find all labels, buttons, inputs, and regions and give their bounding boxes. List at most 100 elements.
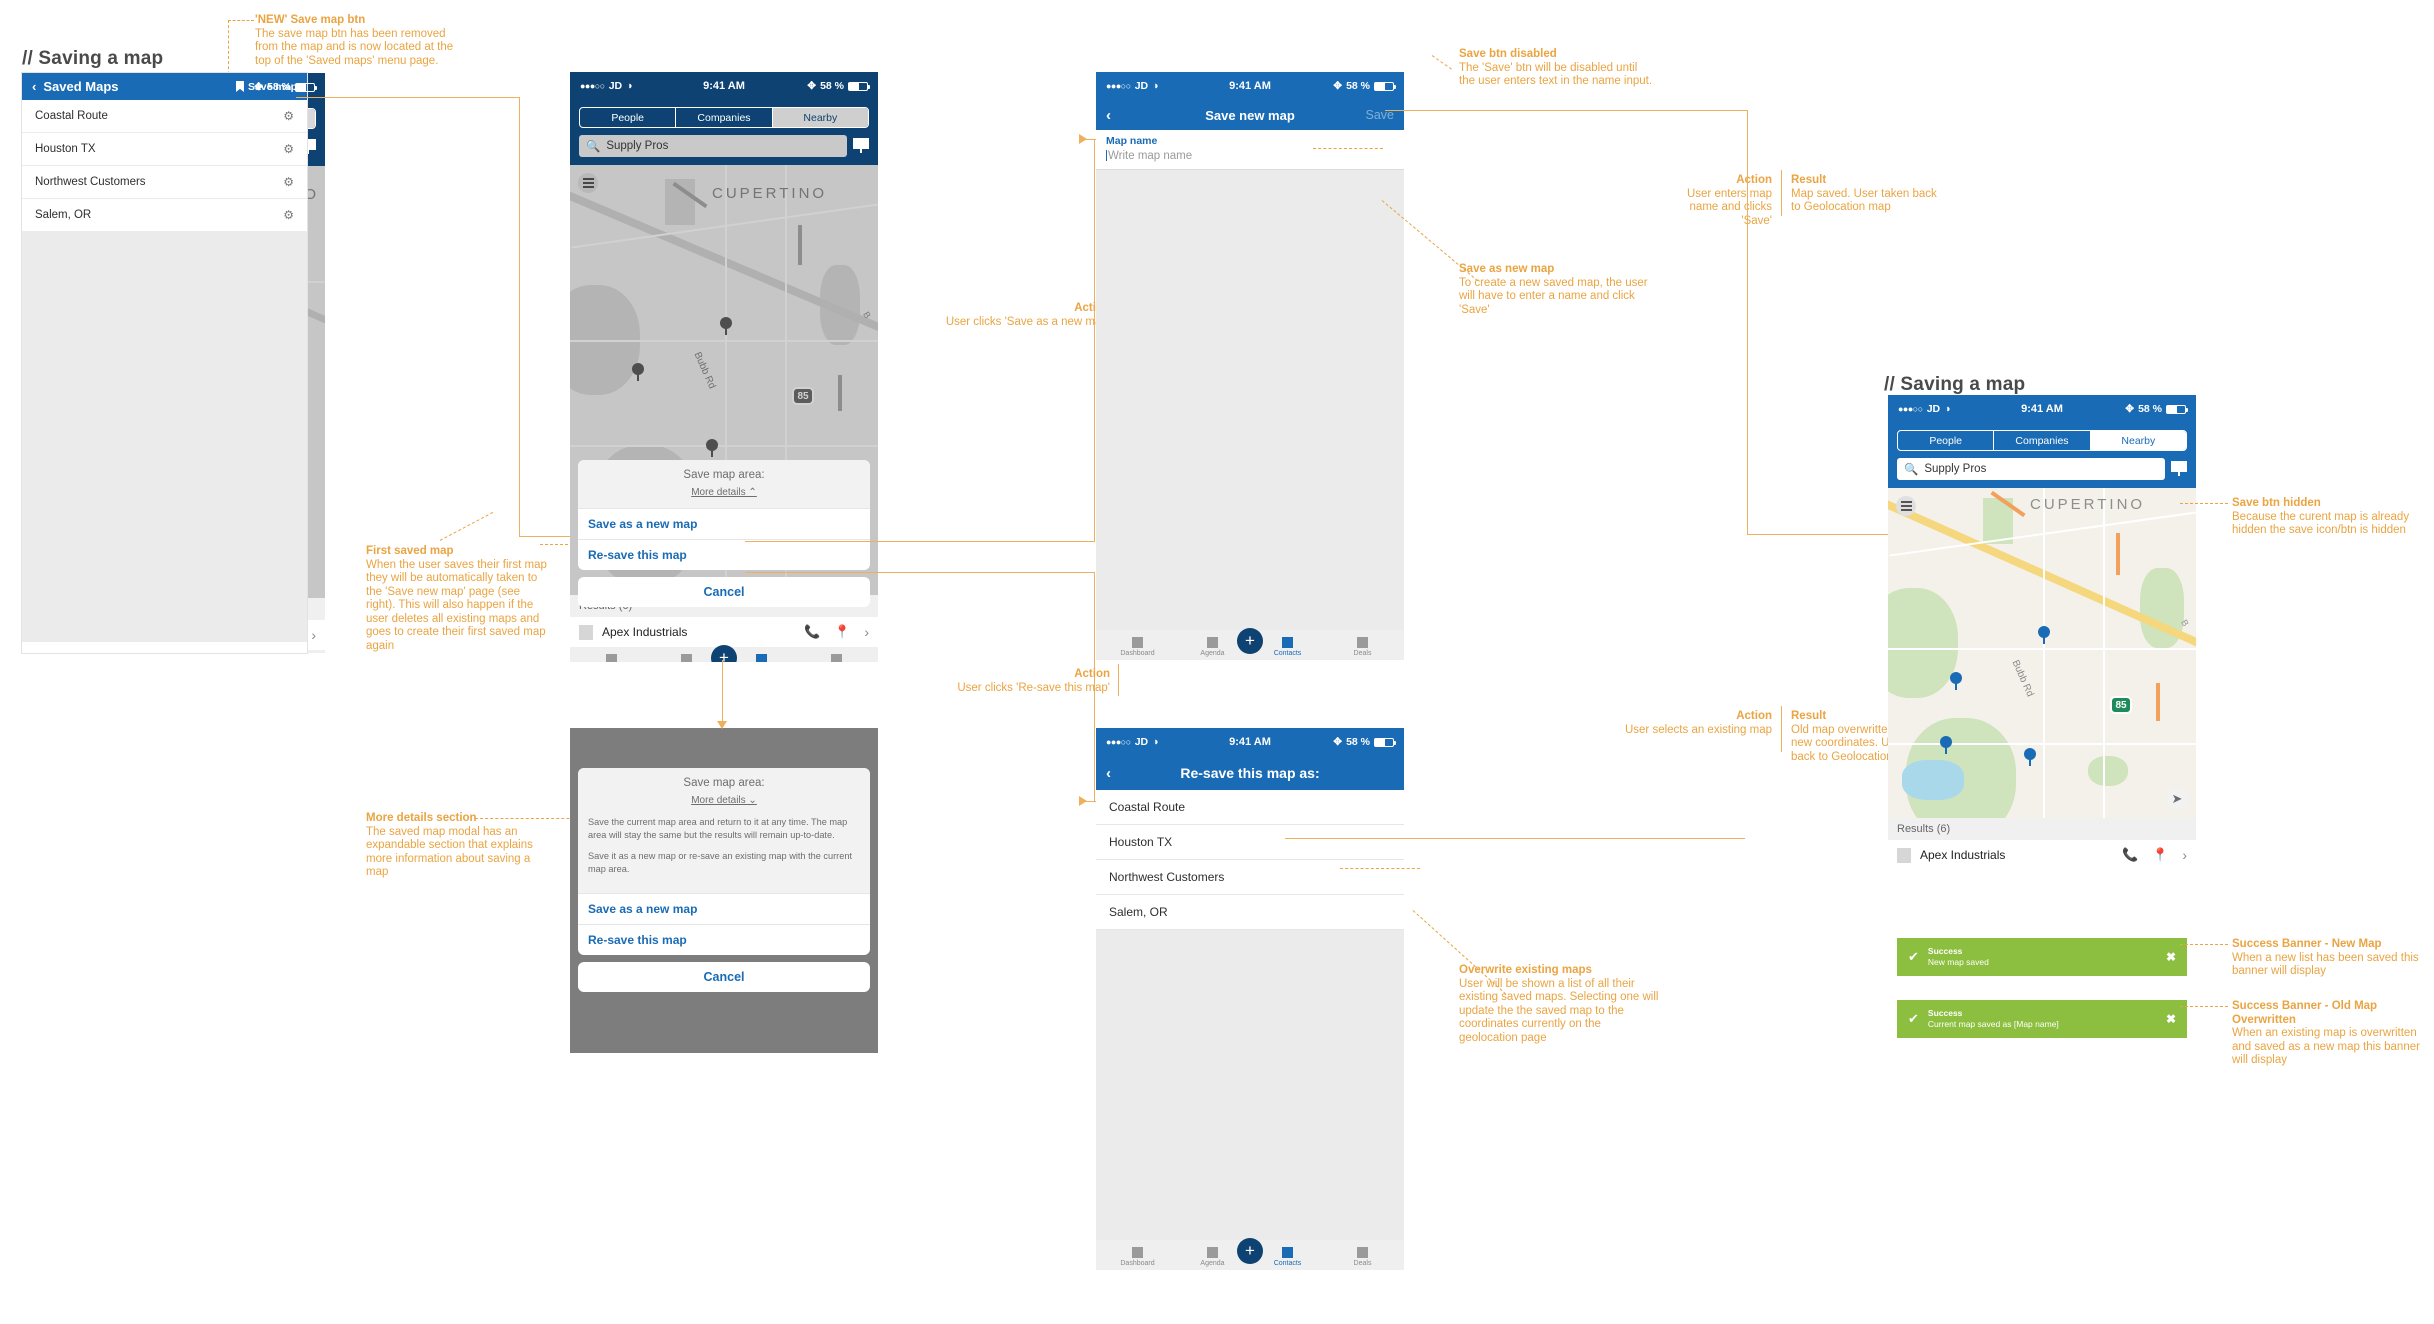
saved-map-row[interactable]: Coastal Route ⚙ (22, 100, 307, 133)
navigate-icon[interactable]: ➤ (2166, 788, 2188, 810)
annotation-body: User will be shown a list of all their e… (1459, 977, 1659, 1044)
bluetooth-icon: ✥ (807, 80, 817, 92)
phone-icon[interactable]: 📞 (804, 624, 820, 640)
tabbar-label: Agenda (1200, 1260, 1225, 1267)
details-paragraph: Save the current map area and return to … (588, 817, 848, 840)
flow-label-kind: Action (1736, 710, 1772, 722)
more-details-toggle[interactable]: More details ⌃ (691, 487, 757, 498)
gear-icon[interactable]: ⚙ (283, 142, 294, 156)
map-canvas[interactable]: CUPERTINO Bubb Rd 85 B ➤ (1888, 488, 2196, 818)
tabbar-item-dashboard[interactable]: Dashboard (1120, 1247, 1156, 1267)
tabbar-item-dashboard[interactable]: Dashboard (594, 654, 630, 662)
map-pin[interactable] (720, 317, 732, 335)
chevron-right-icon[interactable]: › (864, 624, 869, 640)
tab-people[interactable]: People (580, 108, 677, 127)
tab-nearby[interactable]: Nearby (772, 108, 868, 127)
saved-map-row[interactable]: Houston TX ⚙ (22, 133, 307, 166)
back-icon[interactable]: ‹ (32, 79, 36, 94)
result-row[interactable]: Apex Industrials 📞 📍 › (1888, 840, 2196, 870)
saved-map-row[interactable]: Salem, OR ⚙ (22, 199, 307, 232)
chevron-right-icon[interactable]: › (311, 627, 316, 643)
chevron-right-icon[interactable]: › (2182, 847, 2187, 863)
map-pin[interactable] (1940, 736, 1952, 754)
map-pin[interactable] (2024, 748, 2036, 766)
tab-people[interactable]: People (1898, 431, 1995, 450)
tab-companies[interactable]: Companies (1994, 431, 2091, 450)
map-pin[interactable] (632, 363, 644, 381)
tabbar-item-agenda[interactable]: Agenda (1195, 1247, 1231, 1267)
option-resave-this-map[interactable]: Re-save this map (578, 924, 870, 955)
result-row[interactable]: Apex Industrials 📞 📍 › (570, 617, 878, 647)
gear-icon[interactable]: ⚙ (283, 208, 294, 222)
resave-list-item[interactable]: Northwest Customers (1096, 860, 1404, 895)
filter-icon[interactable] (853, 138, 869, 154)
close-icon[interactable]: ✖ (2166, 950, 2176, 964)
segmented-control[interactable]: People Companies Nearby (579, 107, 869, 128)
more-details-toggle[interactable]: More details ⌄ (691, 795, 757, 806)
tabbar-item-contacts[interactable]: Contacts (1270, 1247, 1306, 1267)
check-icon: ✔ (1908, 949, 1919, 964)
list-icon (1207, 637, 1218, 648)
battery-label: 58 % (2138, 403, 2162, 415)
tabbar-item-deals[interactable]: Deals (1345, 637, 1381, 657)
search-input[interactable]: 🔍 Supply Pros (579, 135, 847, 157)
search-header: People Companies Nearby 🔍 Supply Pros (570, 100, 878, 165)
saved-maps-title: Saved Maps (43, 79, 119, 94)
map-pin-icon[interactable]: 📍 (834, 624, 850, 640)
annotation-title: Save as new map (1459, 263, 1555, 275)
map-pin[interactable] (1950, 672, 1962, 690)
saved-map-name: Coastal Route (35, 110, 108, 122)
annotation-save-as-new-map: Save as new map To create a new saved ma… (1459, 263, 1654, 317)
map-pin[interactable] (706, 439, 718, 457)
resave-list-item[interactable]: Houston TX (1096, 825, 1404, 860)
gear-icon[interactable]: ⚙ (283, 109, 294, 123)
flow-connector (1285, 838, 1745, 839)
phone-resave-map-list: ●●●○○ JD ◑ 9:41 AM ✥ 58 % ‹ Re-save this… (1096, 728, 1404, 1308)
resave-list-item[interactable]: Coastal Route (1096, 790, 1404, 825)
map-pin-icon[interactable]: 📍 (2152, 847, 2168, 863)
map-name-label: Map name (1096, 130, 1404, 148)
hamburger-icon[interactable] (1896, 496, 1916, 516)
saved-map-name: Houston TX (35, 143, 96, 155)
close-icon[interactable]: ✖ (2166, 1012, 2176, 1026)
tabbar-item-contacts[interactable]: Contacts (744, 654, 780, 662)
gear-icon[interactable]: ⚙ (283, 175, 294, 189)
tabbar-item-deals[interactable]: Deals (1345, 1247, 1381, 1267)
bluetooth-icon: ✥ (1333, 736, 1343, 748)
annotation-title: Save btn hidden (2232, 497, 2321, 509)
tab-nearby[interactable]: Nearby (2090, 431, 2186, 450)
cancel-button[interactable]: Cancel (578, 577, 870, 607)
search-input[interactable]: 🔍 Supply Pros (1897, 458, 2165, 480)
flow-label-text: User selects an existing map (1624, 723, 1772, 736)
option-save-as-new-map[interactable]: Save as a new map (578, 893, 870, 924)
action-sheet-expanded: Save map area: More details ⌄ Save the c… (578, 768, 870, 992)
tab-companies[interactable]: Companies (676, 108, 773, 127)
save-button[interactable]: Save (1366, 108, 1395, 122)
tabbar-item-deals[interactable]: Deals (819, 654, 855, 662)
segmented-control[interactable]: People Companies Nearby (1897, 430, 2187, 451)
hamburger-icon[interactable] (578, 173, 598, 193)
tabbar-item-agenda[interactable]: Agenda (1195, 637, 1231, 657)
saved-map-row[interactable]: Northwest Customers ⚙ (22, 166, 307, 199)
annotation-leader-dash (1313, 148, 1383, 149)
tabbar-item-agenda[interactable]: Agenda (669, 654, 705, 662)
annotation-body: To create a new saved map, the user will… (1459, 276, 1648, 316)
map-name-input[interactable]: Write map name (1096, 148, 1404, 170)
tabbar-item-contacts[interactable]: Contacts (1270, 637, 1306, 657)
search-row: 🔍 Supply Pros (579, 135, 869, 157)
option-save-as-new-map[interactable]: Save as a new map (578, 508, 870, 539)
list-icon (681, 654, 692, 662)
option-resave-this-map[interactable]: Re-save this map (578, 539, 870, 570)
banner-text: Success New map saved (1928, 946, 1989, 968)
add-button[interactable]: + (1237, 628, 1263, 654)
tabbar-item-dashboard[interactable]: Dashboard (1120, 637, 1156, 657)
resave-list-item[interactable]: Salem, OR (1096, 895, 1404, 930)
add-button[interactable]: + (1237, 1238, 1263, 1264)
map-pin[interactable] (2038, 626, 2050, 644)
cancel-button[interactable]: Cancel (578, 962, 870, 992)
phone-icon[interactable]: 📞 (2122, 847, 2138, 863)
filter-icon[interactable] (2171, 461, 2187, 477)
saved-maps-panel: ‹ Saved Maps Save map Coastal Route ⚙ Ho… (22, 73, 307, 653)
search-icon: 🔍 (1904, 464, 1919, 476)
add-button[interactable]: + (711, 645, 737, 662)
